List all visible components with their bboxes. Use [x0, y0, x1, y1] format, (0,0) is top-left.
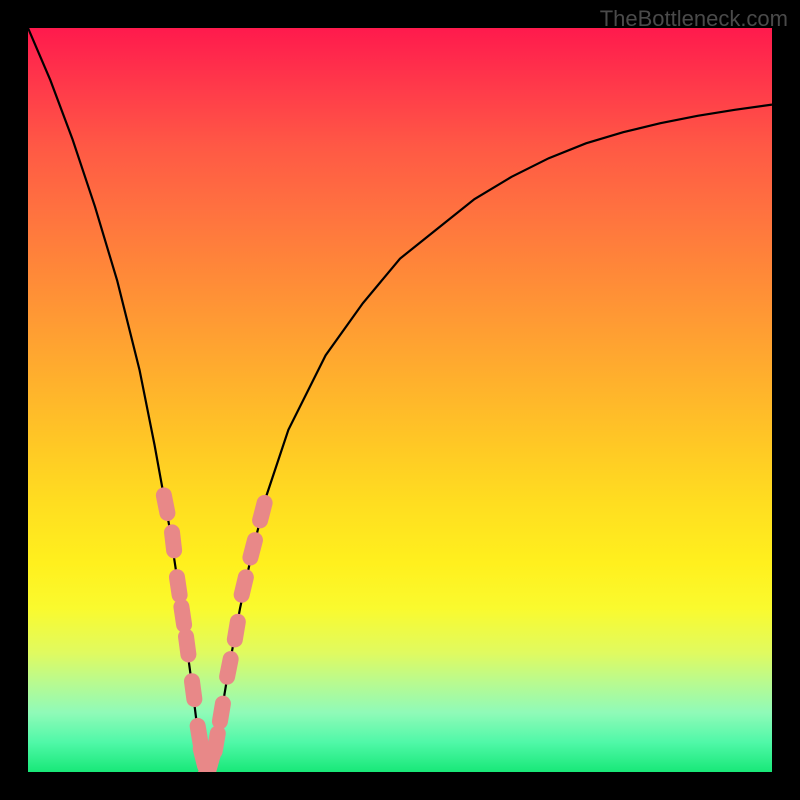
watermark-text: TheBottleneck.com	[600, 6, 788, 32]
main-curve	[28, 28, 772, 772]
marker-bead	[220, 704, 223, 722]
marker-bead	[186, 637, 188, 655]
chart-svg	[28, 28, 772, 772]
marker-bead	[177, 577, 180, 595]
marker-bead	[242, 577, 246, 595]
chart-container: TheBottleneck.com	[0, 0, 800, 800]
marker-bead	[181, 607, 184, 625]
marker-bead	[192, 681, 194, 699]
marker-bead	[227, 659, 231, 677]
marker-bead	[164, 495, 168, 513]
marker-bead	[250, 540, 255, 557]
marker-bead	[235, 622, 238, 640]
highlighted-markers	[164, 495, 265, 772]
marker-bead	[215, 733, 218, 751]
marker-bead	[172, 532, 174, 550]
marker-bead	[260, 503, 265, 520]
